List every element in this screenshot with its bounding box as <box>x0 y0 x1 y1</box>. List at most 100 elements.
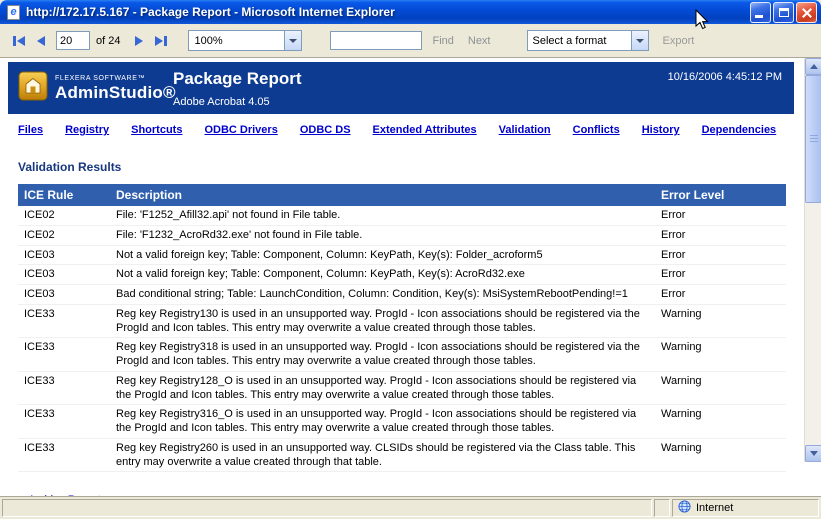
validation-table: ICE Rule Description Error Level ICE02Fi… <box>18 184 786 472</box>
description-cell: Not a valid foreign key; Table: Componen… <box>110 265 655 285</box>
nav-link-registry[interactable]: Registry <box>65 124 109 136</box>
scroll-up-button[interactable] <box>805 58 821 75</box>
export-format-value: Select a format <box>528 31 631 50</box>
report-page: FLEXERA SOFTWARE™ AdminStudio® Package R… <box>0 58 804 496</box>
zone-label: Internet <box>696 502 733 514</box>
next-page-button[interactable] <box>128 30 150 52</box>
validation-table-body: ICE02File: 'F1252_Afill32.api' not found… <box>18 206 786 472</box>
vertical-scrollbar[interactable] <box>804 58 821 462</box>
minimize-button[interactable] <box>750 2 771 23</box>
ice-rule-cell: ICE03 <box>18 265 110 285</box>
report-title: Package Report <box>173 69 302 89</box>
nav-link-odbc-ds[interactable]: ODBC DS <box>300 124 351 136</box>
description-cell: Reg key Registry318 is used in an unsupp… <box>110 338 655 372</box>
error-level-cell: Warning <box>655 405 786 439</box>
adminstudio-brand: FLEXERA SOFTWARE™ AdminStudio® <box>18 71 176 106</box>
table-row: ICE02File: 'F1232_AcroRd32.exe' not foun… <box>18 225 786 245</box>
ice-rule-cell: ICE33 <box>18 338 110 372</box>
error-level-cell: Error <box>655 285 786 305</box>
internet-zone-globe-icon <box>678 500 691 516</box>
browser-content: FLEXERA SOFTWARE™ AdminStudio® Package R… <box>0 58 821 496</box>
zoom-value: 100% <box>189 31 284 50</box>
ice-rule-cell: ICE02 <box>18 206 110 225</box>
adminstudio-logo-icon <box>18 71 48 106</box>
description-cell: Bad conditional string; Table: LaunchCon… <box>110 285 655 305</box>
report-timestamp: 10/16/2006 4:45:12 PM <box>668 71 782 83</box>
zoom-dropdown-arrow-icon[interactable] <box>284 31 301 50</box>
nav-link-files[interactable]: Files <box>18 124 43 136</box>
export-format-select[interactable]: Select a format <box>527 30 649 51</box>
error-level-cell: Warning <box>655 371 786 405</box>
export-button[interactable]: Export <box>663 35 695 47</box>
table-row: ICE33Reg key Registry130 is used in an u… <box>18 304 786 338</box>
find-button[interactable]: Find <box>432 35 453 47</box>
nav-link-conflicts[interactable]: Conflicts <box>573 124 620 136</box>
ice-rule-cell: ICE33 <box>18 438 110 472</box>
header-ice-rule: ICE Rule <box>18 184 110 206</box>
ice-rule-cell: ICE03 <box>18 245 110 265</box>
error-level-cell: Error <box>655 245 786 265</box>
error-level-cell: Warning <box>655 304 786 338</box>
prev-page-button[interactable] <box>30 30 52 52</box>
status-zone-pane: Internet <box>672 499 819 517</box>
error-level-cell: Warning <box>655 438 786 472</box>
report-subtitle: Adobe Acrobat 4.05 <box>173 96 302 108</box>
scrollbar-thumb[interactable] <box>805 75 821 203</box>
nav-link-history[interactable]: History <box>642 124 680 136</box>
maximize-button[interactable] <box>773 2 794 23</box>
error-level-cell: Error <box>655 206 786 225</box>
nav-link-validation[interactable]: Validation <box>499 124 551 136</box>
report-banner: FLEXERA SOFTWARE™ AdminStudio® Package R… <box>8 62 794 114</box>
table-row: ICE33Reg key Registry318 is used in an u… <box>18 338 786 372</box>
description-cell: File: 'F1252_Afill32.api' not found in F… <box>110 206 655 225</box>
description-cell: Reg key Registry130 is used in an unsupp… <box>110 304 655 338</box>
close-button[interactable] <box>796 2 817 23</box>
table-header-row: ICE Rule Description Error Level <box>18 184 786 206</box>
ice-rule-cell: ICE03 <box>18 285 110 305</box>
page-number-input[interactable] <box>56 31 90 50</box>
description-cell: Not a valid foreign key; Table: Componen… <box>110 245 655 265</box>
brand-adminstudio-label: AdminStudio® <box>55 83 176 103</box>
table-row: ICE03Not a valid foreign key; Table: Com… <box>18 245 786 265</box>
nav-link-dependencies[interactable]: Dependencies <box>702 124 777 136</box>
nav-link-shortcuts[interactable]: Shortcuts <box>131 124 182 136</box>
status-bar: Internet <box>0 496 821 519</box>
ice-rule-cell: ICE33 <box>18 405 110 439</box>
archive-report-link[interactable]: Archive Report <box>28 494 101 496</box>
error-level-cell: Error <box>655 265 786 285</box>
description-cell: File: 'F1232_AcroRd32.exe' not found in … <box>110 225 655 245</box>
header-description: Description <box>110 184 655 206</box>
first-page-button[interactable] <box>8 30 30 52</box>
table-row: ICE02File: 'F1252_Afill32.api' not found… <box>18 206 786 225</box>
window-title: http://172.17.5.167 - Package Report - M… <box>26 5 745 19</box>
table-row: ICE33Reg key Registry316_O is used in an… <box>18 405 786 439</box>
nav-link-extended-attributes[interactable]: Extended Attributes <box>373 124 477 136</box>
description-cell: Reg key Registry260 is used in an unsupp… <box>110 438 655 472</box>
table-row: ICE33Reg key Registry260 is used in an u… <box>18 438 786 472</box>
table-row: ICE03Bad conditional string; Table: Laun… <box>18 285 786 305</box>
error-level-cell: Error <box>655 225 786 245</box>
ice-rule-cell: ICE33 <box>18 371 110 405</box>
status-main-pane <box>2 499 652 517</box>
table-row: ICE33Reg key Registry128_O is used in an… <box>18 371 786 405</box>
report-nav: Files Registry Shortcuts ODBC Drivers ODBC D… <box>18 124 794 136</box>
scroll-down-button[interactable] <box>805 445 821 462</box>
nav-link-odbc-drivers[interactable]: ODBC Drivers <box>204 124 277 136</box>
format-dropdown-arrow-icon[interactable] <box>631 31 648 50</box>
section-heading: Validation Results <box>18 160 794 174</box>
ice-rule-cell: ICE02 <box>18 225 110 245</box>
table-row: ICE03Not a valid foreign key; Table: Com… <box>18 265 786 285</box>
page-count-label: of 24 <box>96 35 120 47</box>
mouse-cursor <box>695 9 709 30</box>
ice-rule-cell: ICE33 <box>18 304 110 338</box>
ie-page-icon: e <box>6 4 21 20</box>
find-next-button[interactable]: Next <box>468 35 491 47</box>
ie-window: e http://172.17.5.167 - Package Report -… <box>0 0 821 519</box>
error-level-cell: Warning <box>655 338 786 372</box>
last-page-button[interactable] <box>150 30 172 52</box>
zoom-select[interactable]: 100% <box>188 30 302 51</box>
find-input[interactable] <box>330 31 422 50</box>
status-progress-pane <box>654 499 670 517</box>
brand-flexera-label: FLEXERA SOFTWARE™ <box>55 75 176 82</box>
description-cell: Reg key Registry128_O is used in an unsu… <box>110 371 655 405</box>
